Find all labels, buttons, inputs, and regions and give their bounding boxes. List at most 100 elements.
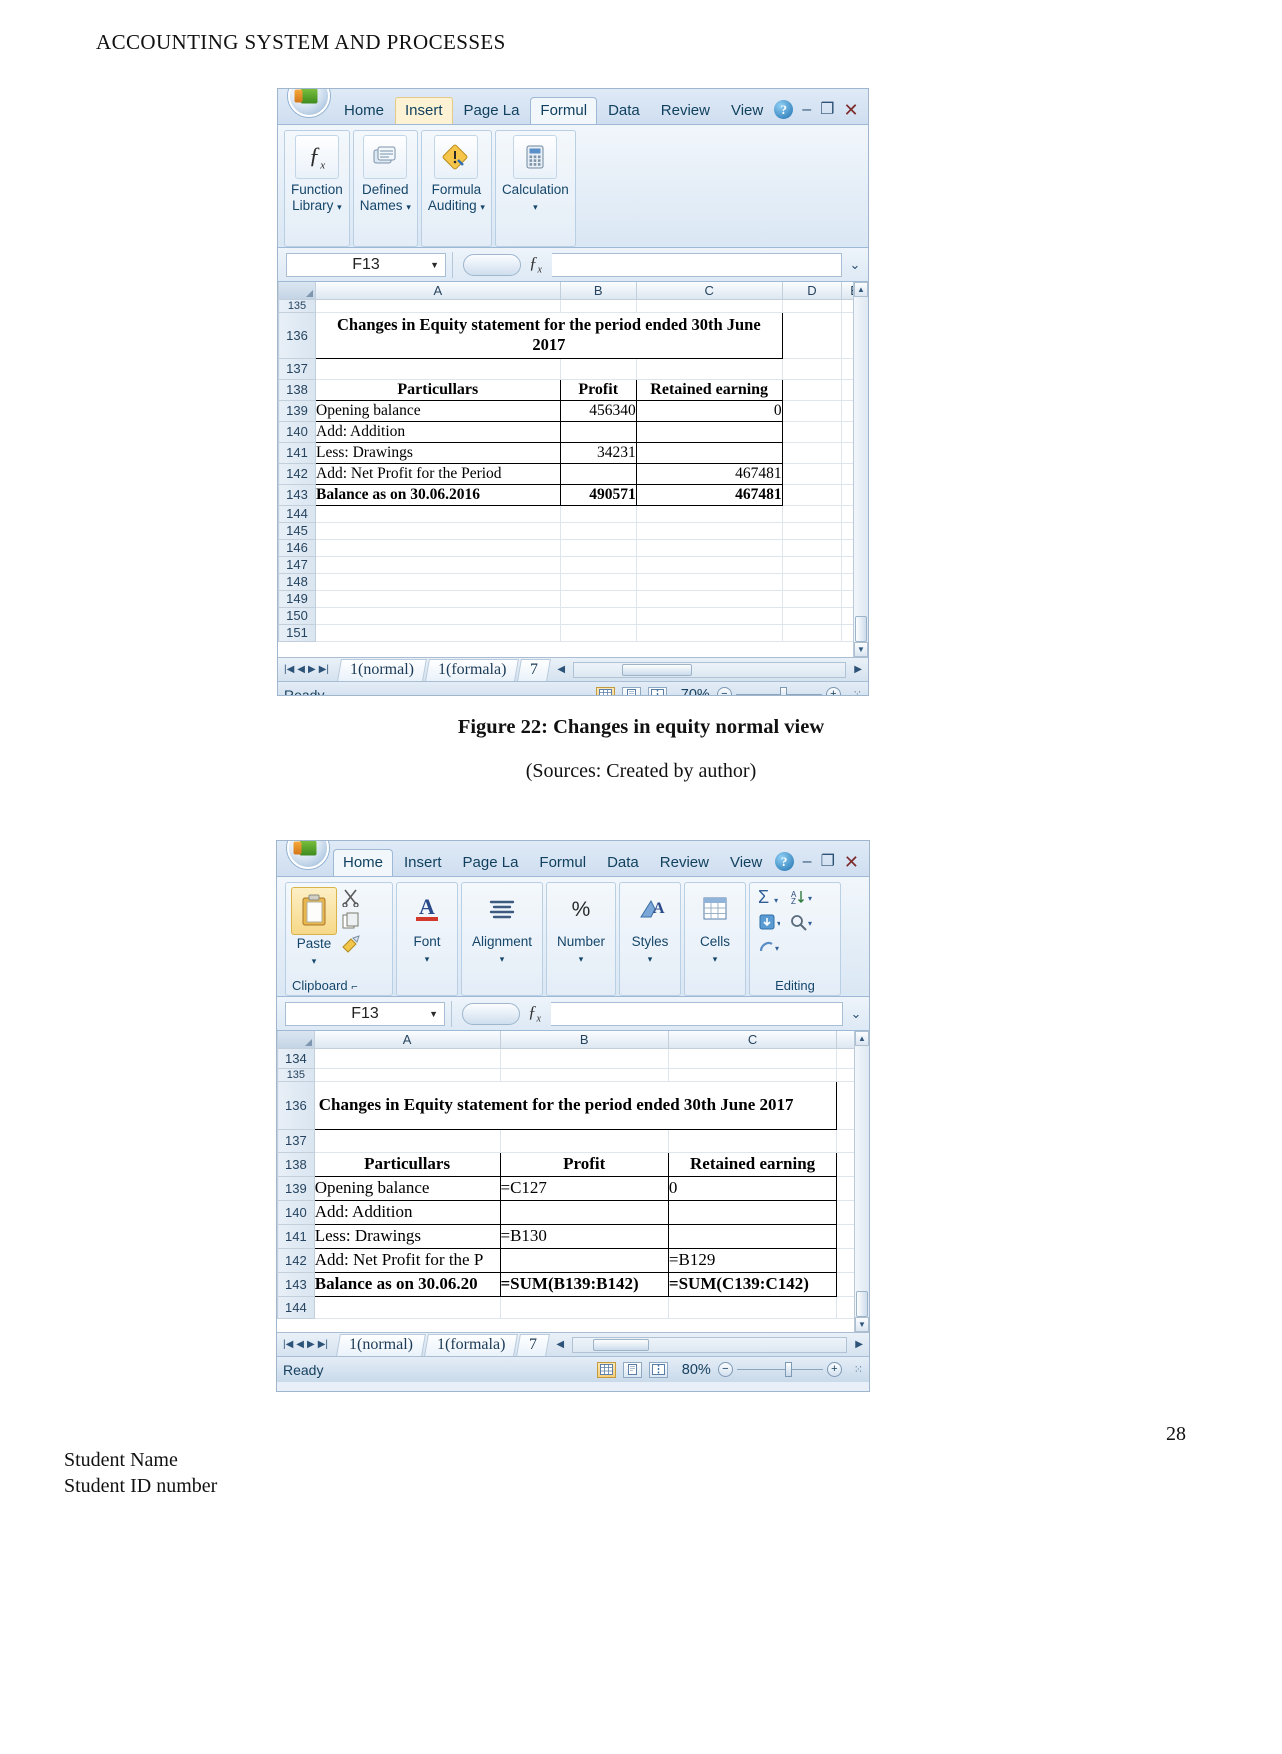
scroll-up-icon[interactable]: ▲ xyxy=(855,1031,869,1046)
chevron-down-icon[interactable]: ▾ xyxy=(533,202,538,212)
tab-formulas[interactable]: Formul xyxy=(530,96,598,124)
row-header[interactable]: 144 xyxy=(278,504,316,523)
minimize-icon[interactable]: – xyxy=(803,853,812,870)
cell-A139[interactable]: Opening balance xyxy=(313,1175,501,1201)
tab-review[interactable]: Review xyxy=(651,97,720,124)
cell-C134[interactable] xyxy=(668,1048,838,1069)
sheet-tab-formula[interactable]: 1(formala) xyxy=(425,658,520,681)
office-button-icon[interactable] xyxy=(288,89,330,117)
chevron-down-icon[interactable]: ▾ xyxy=(713,954,718,964)
cell-A139[interactable]: Opening balance xyxy=(315,399,561,422)
row-header[interactable]: 142 xyxy=(278,462,316,485)
tab-formulas[interactable]: Formul xyxy=(529,849,596,876)
resize-grip-icon[interactable]: ⁙ xyxy=(853,688,862,695)
first-sheet-icon[interactable]: |◀ xyxy=(284,664,294,675)
cell-B138[interactable]: Profit xyxy=(559,378,637,401)
row-header[interactable]: 150 xyxy=(278,606,316,625)
cell-C137[interactable] xyxy=(636,358,783,380)
row-header[interactable]: 134 xyxy=(277,1047,315,1069)
tab-home[interactable]: Home xyxy=(334,97,394,124)
vertical-scrollbar[interactable]: ▲ ▼ xyxy=(854,1031,869,1332)
row-header[interactable]: 140 xyxy=(277,1199,315,1225)
cell-D143[interactable] xyxy=(782,484,843,506)
resize-grip-icon[interactable]: ⁙ xyxy=(854,1363,863,1376)
horizontal-scrollbar[interactable] xyxy=(573,661,847,678)
zoom-in-icon[interactable]: + xyxy=(826,1362,842,1377)
sort-filter-icon[interactable]: AZ ▾ xyxy=(789,888,815,906)
first-sheet-icon[interactable]: |◀ xyxy=(283,1339,293,1350)
cell-A143[interactable]: Balance as on 30.06.2016 xyxy=(315,483,561,506)
window2-grid[interactable]: A B C 134 135 136 Changes in Equity stat… xyxy=(277,1031,869,1332)
chevron-down-icon[interactable]: ▾ xyxy=(500,954,505,964)
cell-C143[interactable]: =SUM(C139:C142) xyxy=(667,1271,838,1297)
cell-A137[interactable] xyxy=(314,1129,501,1153)
insert-function-icon[interactable]: ƒx xyxy=(529,253,542,275)
hscroll-right-icon[interactable]: ▶ xyxy=(849,1339,869,1350)
normal-view-icon[interactable] xyxy=(596,1361,616,1378)
alignment-icon[interactable] xyxy=(480,887,524,931)
page-break-preview-icon[interactable] xyxy=(648,1361,668,1378)
cancel-enter-buttons[interactable] xyxy=(463,253,521,276)
zoom-out-icon[interactable]: − xyxy=(717,1362,733,1377)
chevron-down-icon[interactable]: ▾ xyxy=(480,202,485,212)
hscroll-left-icon[interactable]: ◀ xyxy=(550,1339,570,1350)
row-header[interactable]: 135 xyxy=(277,1067,315,1082)
cell-D141[interactable] xyxy=(782,442,843,464)
name-box[interactable]: F13 ▼ xyxy=(286,252,446,277)
cell-B143[interactable]: 490571 xyxy=(559,483,637,506)
col-header-A[interactable]: A xyxy=(315,282,561,300)
cell-C151[interactable] xyxy=(636,624,783,642)
ribbon-group-function-library[interactable]: ƒx Function Library ▾ xyxy=(284,130,350,247)
insert-function-icon[interactable]: ƒx xyxy=(528,1002,541,1024)
hscroll-thumb[interactable] xyxy=(622,663,693,676)
scroll-thumb[interactable] xyxy=(855,616,867,642)
cell-B145[interactable] xyxy=(560,522,637,540)
cell-A143[interactable]: Balance as on 30.06.20 xyxy=(313,1271,501,1297)
sheet-tab-7[interactable]: 7 xyxy=(516,1333,551,1356)
row-header[interactable]: 138 xyxy=(277,1151,315,1177)
zoom-handle[interactable] xyxy=(779,687,787,695)
cell-B139[interactable]: =C127 xyxy=(499,1175,669,1201)
cell-A135[interactable] xyxy=(315,299,561,313)
cell-B141[interactable]: =B130 xyxy=(499,1223,669,1249)
ribbon-group-defined-names[interactable]: Defined Names ▾ xyxy=(352,130,418,247)
cell-B135[interactable] xyxy=(500,1068,669,1082)
scroll-track[interactable] xyxy=(854,297,868,616)
row-header[interactable]: 137 xyxy=(277,1128,315,1153)
col-header-D[interactable]: D xyxy=(781,282,843,300)
col-header-B[interactable]: B xyxy=(499,1031,669,1049)
next-sheet-icon[interactable]: ▶ xyxy=(307,1339,315,1350)
tab-view[interactable]: View xyxy=(721,97,773,124)
cell-C139[interactable]: 0 xyxy=(635,399,783,422)
row-header[interactable]: 143 xyxy=(278,483,316,506)
styles-icon[interactable]: A xyxy=(628,887,672,931)
cell-B138[interactable]: Profit xyxy=(499,1151,669,1177)
cell-A149[interactable] xyxy=(315,590,561,608)
cell-C148[interactable] xyxy=(636,573,783,591)
last-sheet-icon[interactable]: ▶| xyxy=(318,1339,328,1350)
ribbon-group-cells[interactable]: Cells ▾ xyxy=(684,882,746,996)
col-header-C[interactable]: C xyxy=(635,282,783,300)
scroll-down-icon[interactable]: ▼ xyxy=(854,642,868,657)
select-all-corner[interactable] xyxy=(277,1031,315,1049)
vertical-scrollbar[interactable]: ▲ ▼ xyxy=(853,282,868,657)
cell-B144[interactable] xyxy=(500,1296,669,1319)
clear-icon[interactable]: ▾ xyxy=(758,938,780,956)
help-icon[interactable]: ? xyxy=(774,852,794,871)
ribbon-group-font[interactable]: A Font ▾ xyxy=(396,882,458,996)
excel-window-normal-view[interactable]: Home Insert Page La Formul Data Review V… xyxy=(277,88,869,696)
row-header[interactable]: 139 xyxy=(277,1175,315,1201)
chevron-down-icon[interactable]: ▾ xyxy=(425,954,430,964)
ribbon-group-styles[interactable]: A Styles ▾ xyxy=(619,882,681,996)
restore-icon[interactable]: ❐ xyxy=(821,853,835,870)
horizontal-scrollbar[interactable] xyxy=(572,1336,848,1353)
cell-title-A136[interactable]: Changes in Equity statement for the peri… xyxy=(315,311,783,359)
cell-C144[interactable] xyxy=(636,505,783,523)
ribbon-group-number[interactable]: % Number ▾ xyxy=(546,882,616,996)
zoom-slider[interactable]: − + xyxy=(716,687,841,695)
cell-C135[interactable] xyxy=(668,1068,838,1082)
sheet-tab-normal[interactable]: 1(normal) xyxy=(337,658,427,681)
cell-D135[interactable] xyxy=(782,299,843,313)
row-header[interactable]: 139 xyxy=(278,399,316,422)
cell-B148[interactable] xyxy=(560,573,637,591)
